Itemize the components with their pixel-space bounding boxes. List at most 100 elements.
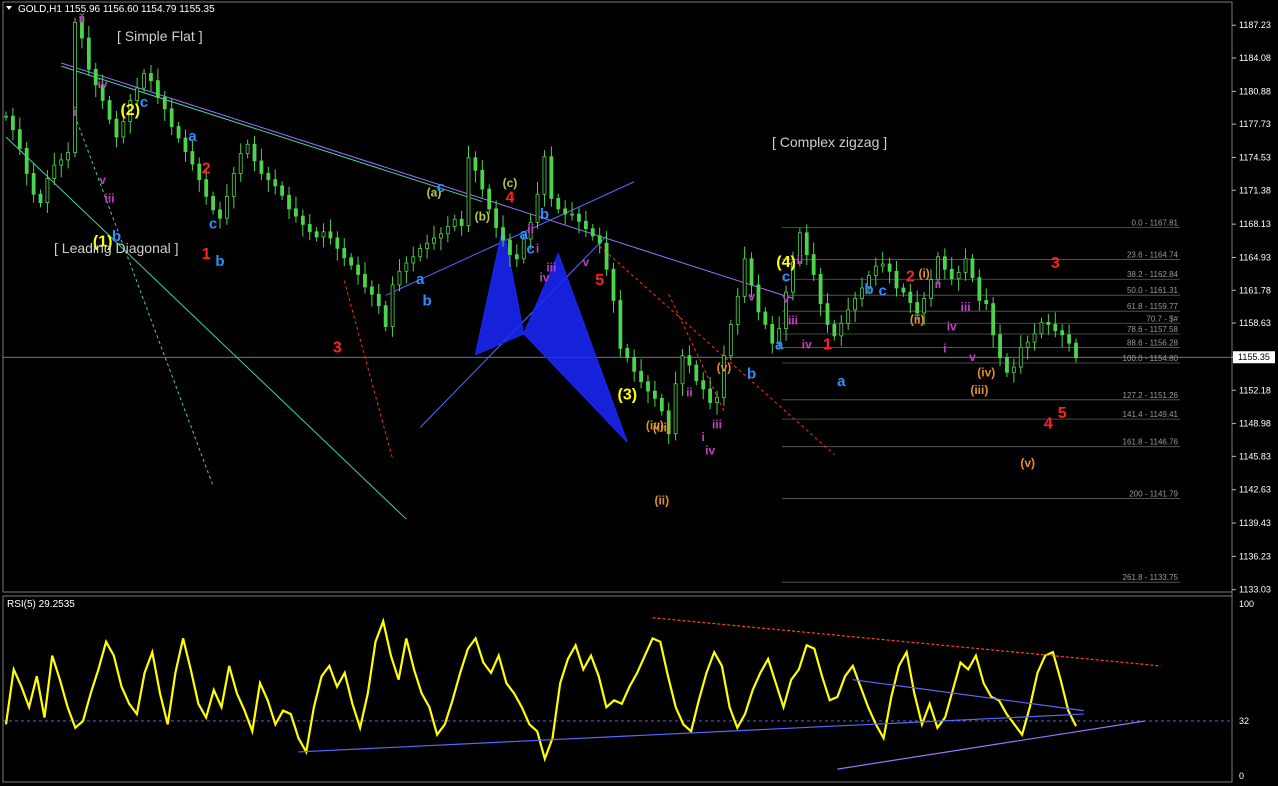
candle-body [197,163,202,181]
candle-body [259,160,264,174]
candle-body [604,242,609,270]
candle-body [832,324,837,337]
candle-body [245,143,250,155]
candle-body [66,152,71,161]
price-tick-label-14: 1142.63 [1239,485,1271,495]
candle-body [583,220,588,230]
candle-body [687,355,692,366]
price-tick-label-17: 1133.03 [1239,585,1271,595]
candle-body [1060,330,1065,336]
fib-label-13: 261.8 - 1133.75 [1123,573,1179,582]
wave-label: v [583,255,590,269]
price-tick-label-1: 1184.08 [1239,53,1271,63]
candle-body [715,396,719,403]
candle-body [383,305,388,327]
candle-body [73,22,77,153]
candle-body [328,231,333,239]
candle-body [294,208,298,217]
wave-label: v [783,292,790,306]
candle-body [369,286,374,295]
candle-body [287,194,291,210]
trading-chart[interactable]: GOLD,H1 1155.96 1156.60 1154.79 1155.35 … [0,0,1278,786]
candle-body [459,218,464,226]
candle-body [231,173,236,197]
wave-label: b [747,366,756,383]
fib-label-0: 0.0 - 1167.81 [1131,218,1178,227]
candle-body [846,309,851,324]
candle-body [1005,357,1009,373]
fib-label-7: 88.6 - 1156.28 [1127,339,1179,348]
candle-body [307,224,312,233]
wave-label: iii [546,260,556,274]
wave-label: 1 [823,336,832,353]
wave-label: a [188,128,197,145]
candle-body [763,311,768,325]
candle-body [204,179,209,197]
candle-body [1018,346,1023,368]
wave-label: b [423,293,432,310]
candle-body [418,248,423,258]
candle-body [466,157,471,226]
price-tick-label-9: 1158.63 [1239,318,1271,328]
note-complex-zigzag: [ Complex zigzag ] [772,134,887,150]
candle-body [11,115,15,131]
candle-body [225,195,229,219]
candle-body [314,231,319,238]
wave-label: c [526,241,534,258]
candle-body [728,324,733,357]
wave-label: a [775,336,784,353]
wave-label: (iv) [646,419,664,433]
candle-body [708,388,713,403]
current-price-label: 1155.35 [1238,352,1270,362]
fib-label-10: 141.4 - 1149.41 [1123,410,1179,419]
candle-body [749,258,754,286]
candle-body [694,364,699,382]
price-tick-label-5: 1171.38 [1239,185,1271,195]
candle-body [611,268,616,301]
candle-body [135,87,140,101]
wave-label: (iii) [970,383,988,397]
note-simple-flat: [ Simple Flat ] [117,28,203,44]
candle-body [929,279,933,299]
candle-body [1053,324,1058,332]
candle-body [590,228,595,237]
candle-body [432,237,436,244]
candle-body [31,173,36,195]
candle-body [508,239,512,256]
candle-body [1074,342,1078,359]
rsi-tick-label-2: 0 [1239,771,1244,781]
candle-body [425,242,429,249]
candle-body [411,256,416,264]
candle-body [756,284,761,313]
candle-body [190,151,195,165]
candle-body [632,357,637,372]
wave-label: ii [79,11,86,25]
fib-label-2: 38.2 - 1162.84 [1127,270,1179,279]
wave-label: ii [527,222,534,236]
candle-body [38,193,43,203]
candle-body [1039,321,1044,335]
candle-body [1032,333,1037,343]
candle-body [825,303,830,325]
candle-body [639,370,643,383]
candle-body [266,173,271,181]
candle-body [549,156,554,199]
wave-label: 4 [505,190,514,207]
wave-label: c [140,94,148,111]
wave-label: iii [961,300,971,314]
price-tick-label-8: 1161.78 [1239,285,1271,295]
candle-body [121,120,126,138]
candle-body [155,80,160,98]
wave-label: (ii) [910,312,925,326]
wave-label: i [943,342,946,356]
wave-label: c [209,216,217,233]
wave-label: a [416,271,425,288]
price-tick-label-4: 1174.53 [1239,152,1271,162]
wave-label: (c) [503,176,518,190]
candle-body [211,195,215,211]
candle-body [894,270,899,289]
candle-body [853,297,857,311]
wave-label: iv [98,77,108,91]
candle-body [804,232,809,256]
candle-body [956,271,961,280]
